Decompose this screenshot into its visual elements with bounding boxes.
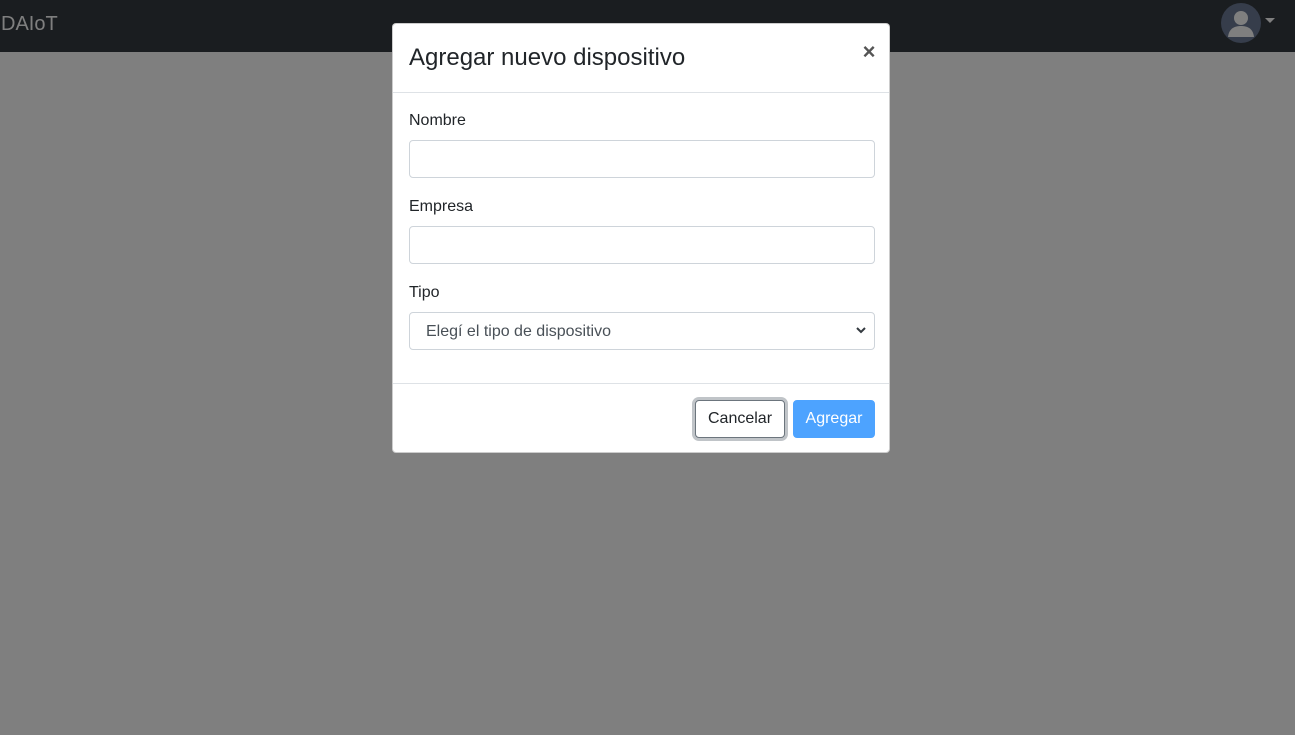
modal-header: Agregar nuevo dispositivo × [393,24,889,93]
empresa-label: Empresa [409,198,474,215]
nombre-input[interactable] [409,140,875,178]
empresa-input[interactable] [409,226,875,264]
add-button[interactable]: Agregar [793,400,875,438]
tipo-label: Tipo [409,284,440,301]
cancel-button[interactable]: Cancelar [695,400,785,438]
tipo-select[interactable]: Elegí el tipo de dispositivo [409,312,875,350]
nombre-label: Nombre [409,112,466,129]
close-icon[interactable]: × [859,40,879,64]
add-device-modal: Agregar nuevo dispositivo × Nombre Empre… [392,23,890,453]
chevron-down-icon [856,324,866,338]
modal-title: Agregar nuevo dispositivo [409,44,686,71]
modal-footer: Cancelar Agregar [393,383,889,453]
tipo-select-value: Elegí el tipo de dispositivo [426,323,611,340]
